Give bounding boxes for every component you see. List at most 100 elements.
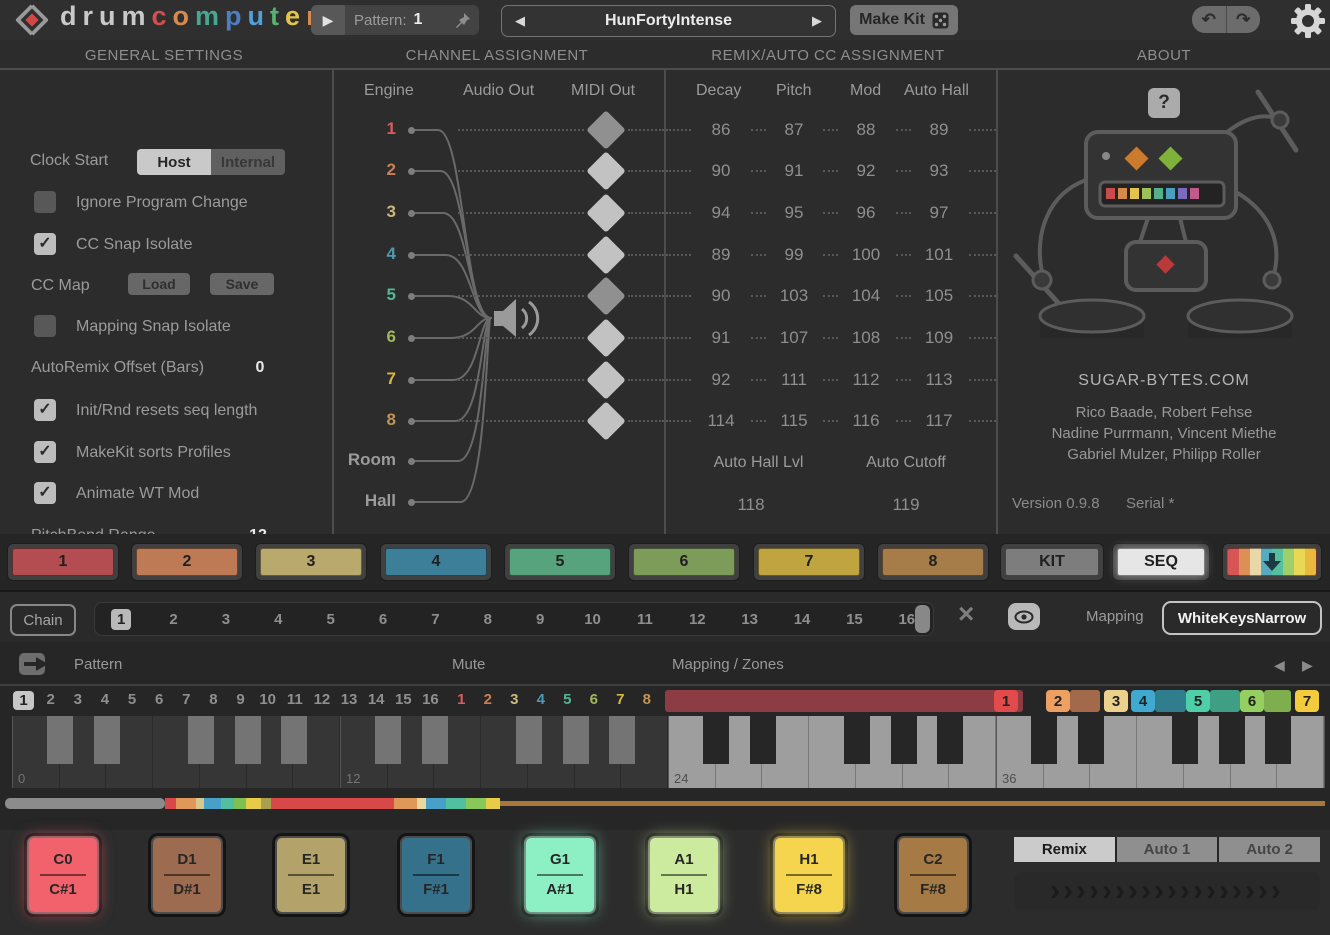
cc-map-save-button[interactable]: Save [210,273,274,295]
black-key[interactable] [703,716,729,764]
overview-color-segment[interactable] [426,798,446,809]
zone-badge[interactable]: 6 [1240,690,1264,712]
cc-number[interactable]: 91 [693,328,749,348]
black-key[interactable] [1172,716,1198,764]
mute-number[interactable]: 1 [448,691,475,708]
website-link[interactable]: SUGAR-BYTES.COM [998,372,1330,390]
play-button[interactable]: ▶ [311,5,345,35]
engine-connection-dot[interactable] [408,168,415,175]
black-key[interactable] [609,716,635,764]
cc-number[interactable]: 89 [911,120,967,140]
mapping-overview-strip[interactable] [5,798,1325,809]
remix-mode-auto-2[interactable]: Auto 2 [1219,837,1320,862]
chain-slot[interactable]: 2 [147,611,199,628]
overview-color-segment[interactable] [446,798,466,809]
cc-number[interactable]: 115 [766,411,822,431]
pattern-number-value[interactable]: 1 [414,11,423,29]
channel-button-3[interactable]: 3 [255,543,367,581]
black-key[interactable] [235,716,261,764]
pattern-number[interactable]: 10 [254,691,281,710]
pattern-number[interactable]: 14 [363,691,390,710]
engine-connection-dot[interactable] [408,499,415,506]
remix-mode-auto-1[interactable]: Auto 1 [1117,837,1220,862]
clock-start-host-button[interactable]: Host [137,149,211,175]
engine-row-label[interactable]: 4 [334,244,396,264]
mute-number[interactable]: 5 [554,691,581,708]
cc-number[interactable]: 109 [911,328,967,348]
chain-scroll-thumb[interactable] [915,605,930,633]
overview-color-segment[interactable] [165,798,176,809]
overview-color-segment[interactable] [486,798,500,809]
drum-pad[interactable]: D1D#1 [148,833,226,917]
chain-slot[interactable]: 14 [776,611,828,628]
zone-badge[interactable]: 1 [994,690,1018,712]
cc-number[interactable]: 91 [766,161,822,181]
channel-button-8[interactable]: 8 [877,543,989,581]
black-key[interactable] [1031,716,1057,764]
pattern-number[interactable]: 8 [200,691,227,710]
drum-pad[interactable]: H1F#8 [770,833,848,917]
mute-number[interactable]: 7 [607,691,634,708]
mute-number[interactable]: 3 [501,691,528,708]
cc-number[interactable]: 88 [838,120,894,140]
pattern-number[interactable]: 1 [10,691,37,710]
chain-slot[interactable]: 4 [252,611,304,628]
chain-slot[interactable]: 13 [724,611,776,628]
chain-slot[interactable]: 8 [462,611,514,628]
engine-row-label[interactable]: 1 [334,119,396,139]
gear-icon[interactable] [1289,2,1327,40]
pattern-number[interactable]: 6 [146,691,173,710]
black-key[interactable] [47,716,73,764]
pattern-number[interactable]: 12 [308,691,335,710]
overview-color-segment[interactable] [246,798,261,809]
zone-range[interactable] [1155,690,1186,712]
cc-number[interactable]: 92 [838,161,894,181]
cc-number[interactable]: 90 [693,286,749,306]
overview-color-segment[interactable] [204,798,221,809]
overview-color-segment[interactable] [221,798,234,809]
overview-color-segment[interactable] [5,798,165,809]
overview-color-segment[interactable] [394,798,417,809]
cc-map-load-button[interactable]: Load [128,273,190,295]
black-key[interactable] [188,716,214,764]
cc-number[interactable]: 116 [838,411,894,431]
drum-pad[interactable]: A1H1 [645,833,723,917]
engine-connection-dot[interactable] [408,252,415,259]
zone-range[interactable] [1264,690,1291,712]
engine-connection-dot[interactable] [408,458,415,465]
overview-color-segment[interactable] [261,798,271,809]
chain-slot[interactable]: 9 [514,611,566,628]
undo-icon[interactable]: ↶ [1192,6,1227,33]
chain-slot[interactable]: 10 [566,611,618,628]
engine-row-label[interactable]: 2 [334,160,396,180]
mute-number[interactable]: 8 [634,691,661,708]
chain-slot[interactable]: 3 [200,611,252,628]
zone-range[interactable] [665,690,1023,712]
checkbox-init-rnd-resets[interactable] [34,399,56,421]
make-kit-button[interactable]: Make Kit [850,5,958,35]
eye-icon[interactable] [1008,603,1040,630]
channel-button-7[interactable]: 7 [753,543,865,581]
overview-color-segment[interactable] [466,798,486,809]
cc-number[interactable]: 100 [838,245,894,265]
black-key[interactable] [891,716,917,764]
channel-button-kit[interactable]: KIT [1000,543,1104,581]
pattern-number[interactable]: 4 [91,691,118,710]
chain-slot[interactable]: 11 [619,611,671,628]
zone-range[interactable] [1070,690,1100,712]
zone-badge[interactable]: 4 [1131,690,1155,712]
black-key[interactable] [1219,716,1245,764]
engine-connection-dot[interactable] [408,418,415,425]
checkbox-ignore-program-change[interactable] [34,191,56,213]
engine-row-label[interactable]: 5 [334,285,396,305]
channel-button-1[interactable]: 1 [7,543,119,581]
pattern-number[interactable]: 9 [227,691,254,710]
channel-colorstrip-button[interactable] [1222,543,1322,581]
cc-number[interactable]: 108 [838,328,894,348]
zones-right-icon[interactable]: ▶ [1302,657,1313,674]
pattern-number[interactable]: 2 [37,691,64,710]
pin-icon[interactable] [455,12,471,28]
chain-slot[interactable]: 12 [671,611,723,628]
remix-mode-remix[interactable]: Remix [1014,837,1117,862]
pattern-number[interactable]: 3 [64,691,91,710]
